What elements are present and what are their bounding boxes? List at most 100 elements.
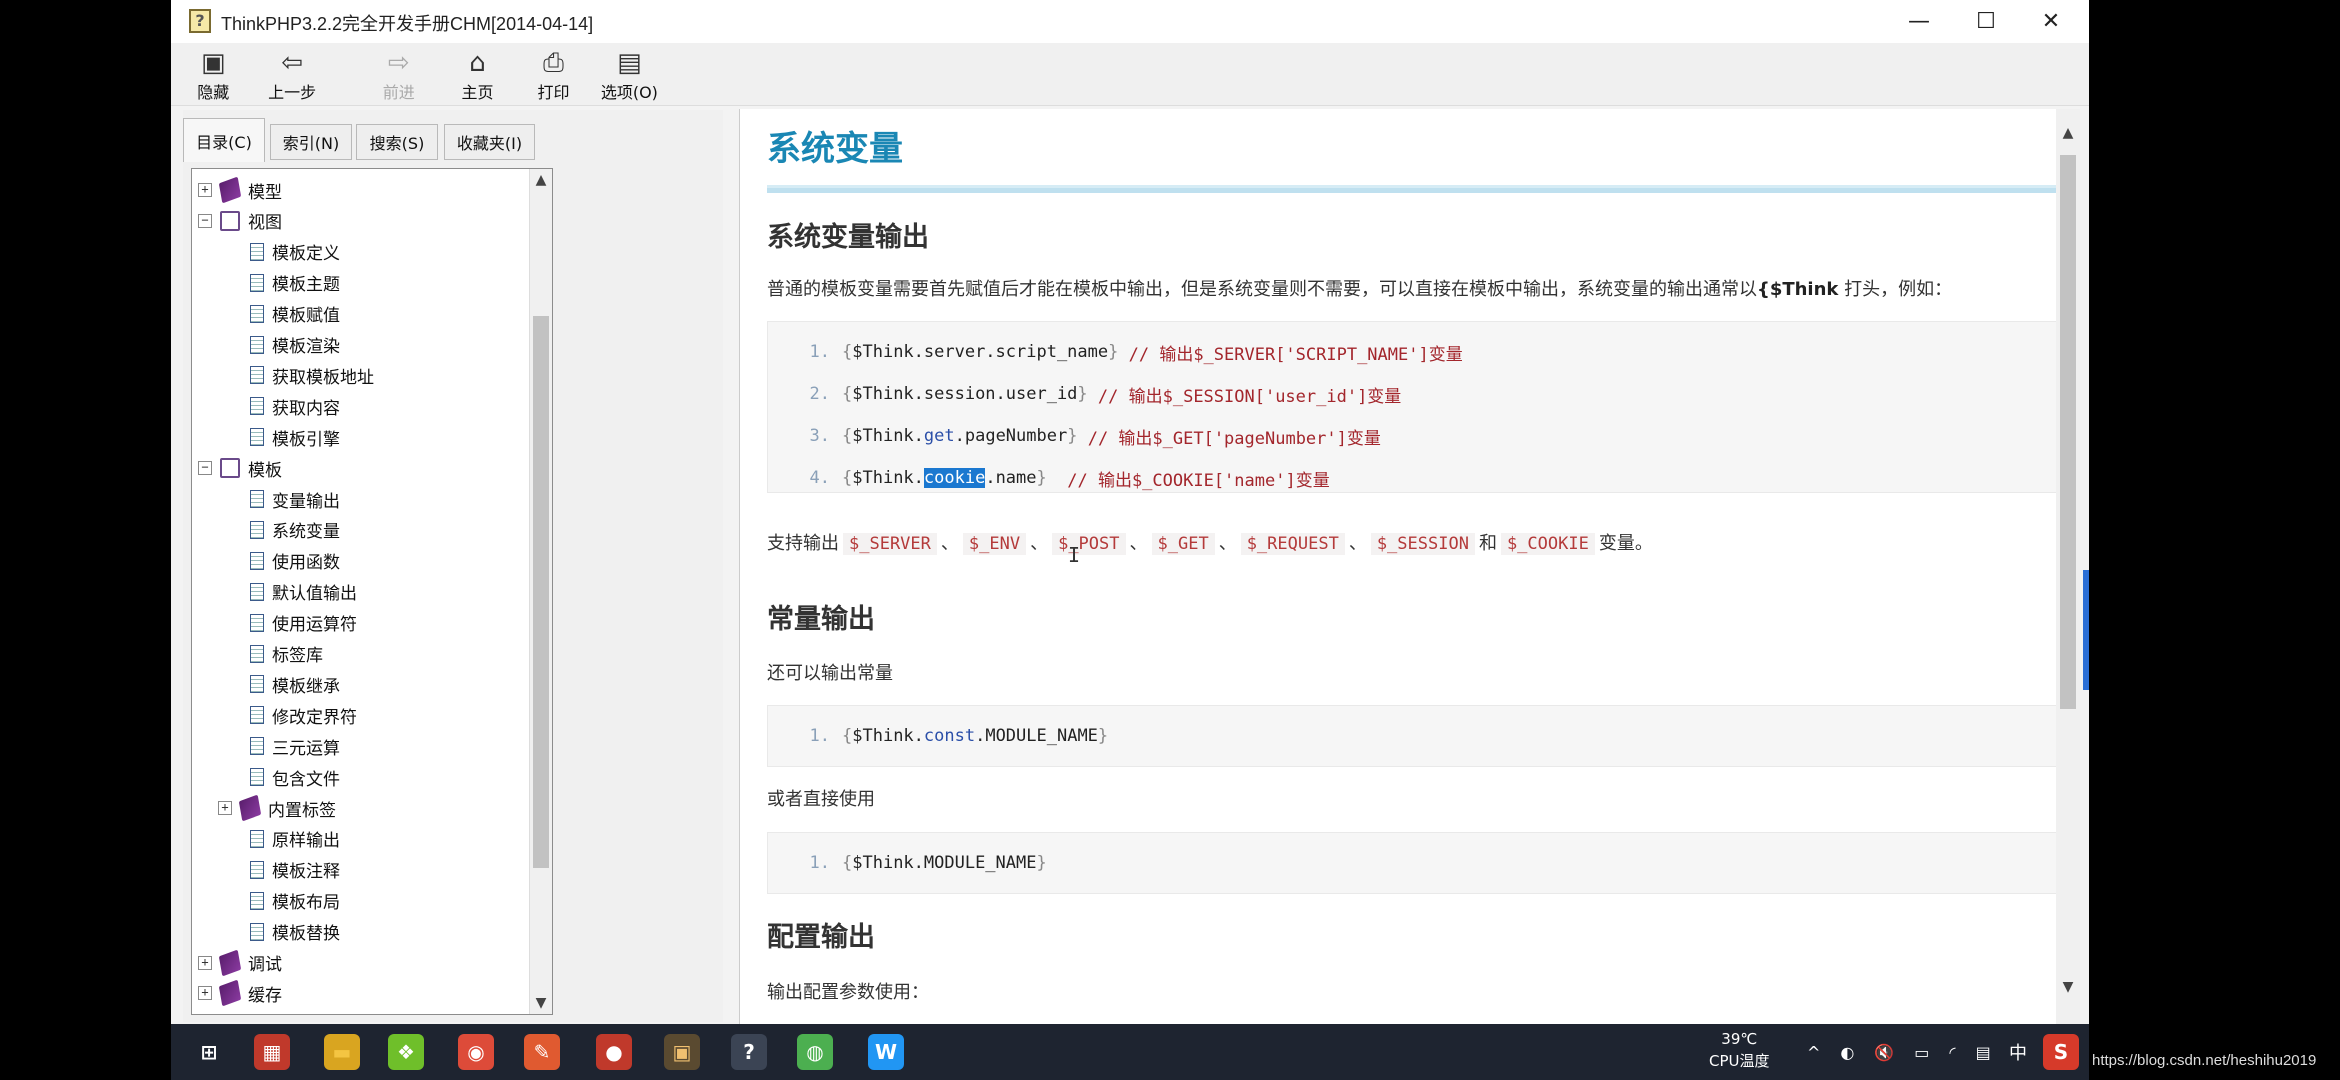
toc-item[interactable]: 默认值输出 bbox=[250, 577, 357, 607]
chrome-icon[interactable]: ◉ bbox=[458, 1034, 494, 1070]
toc-item[interactable]: 包含文件 bbox=[250, 762, 340, 792]
minimize-button[interactable]: — bbox=[1886, 0, 1952, 43]
maximize-button[interactable]: ☐ bbox=[1953, 0, 2019, 43]
scroll-up-icon[interactable]: ▲ bbox=[530, 169, 552, 191]
toc-item[interactable]: 模板定义 bbox=[250, 237, 340, 267]
line-number: 4. bbox=[809, 468, 830, 488]
open-book-icon bbox=[220, 210, 240, 231]
toc-item[interactable]: 原样输出 bbox=[250, 824, 340, 854]
toolbar-button-4[interactable]: ⎙ 打印 bbox=[518, 47, 588, 103]
inline-code: $_SESSION bbox=[1370, 533, 1475, 555]
network-app-icon[interactable]: ◐ bbox=[1840, 1043, 1854, 1062]
line-number: 3. bbox=[809, 426, 830, 446]
video-app-icon[interactable]: ● bbox=[596, 1034, 632, 1070]
green-app-icon[interactable]: ❖ bbox=[388, 1034, 424, 1070]
collapse-icon[interactable]: − bbox=[198, 461, 212, 476]
page-icon bbox=[250, 829, 264, 848]
toolbar-label: 打印 bbox=[537, 83, 570, 102]
code-token: { bbox=[842, 853, 853, 873]
file-explorer-icon[interactable]: ▬ bbox=[324, 1034, 360, 1070]
tab-search[interactable]: 搜索(S) bbox=[356, 124, 438, 160]
toc-item[interactable]: 模板渲染 bbox=[250, 330, 340, 360]
tab-index[interactable]: 索引(N) bbox=[270, 124, 352, 160]
close-button[interactable]: ✕ bbox=[2018, 0, 2084, 43]
toc-item[interactable]: 模板注释 bbox=[250, 855, 340, 885]
volume-muted-icon[interactable]: 🔇 bbox=[1874, 1043, 1894, 1062]
toc-item[interactable]: 模板引擎 bbox=[250, 422, 340, 452]
editor-app-icon[interactable]: ✎ bbox=[524, 1034, 560, 1070]
content-scroll-up-icon[interactable]: ▲ bbox=[2056, 121, 2080, 145]
content-scroll-thumb[interactable] bbox=[2060, 155, 2076, 709]
toc-scroll-thumb[interactable] bbox=[533, 316, 549, 868]
show-hidden-icons[interactable]: ^ bbox=[1807, 1043, 1820, 1062]
toc-item-label: 缓存 bbox=[248, 985, 282, 1006]
toc-item[interactable]: − 模板 bbox=[198, 453, 282, 483]
scroll-down-icon[interactable]: ▼ bbox=[530, 992, 552, 1014]
toc-scrollbar[interactable]: ▲ ▼ bbox=[529, 169, 552, 1014]
notification-icon[interactable]: ▤ bbox=[1976, 1043, 1991, 1062]
expand-icon[interactable]: + bbox=[198, 955, 212, 970]
ime-indicator[interactable]: 中 bbox=[2009, 1024, 2027, 1080]
toc-item[interactable]: 获取内容 bbox=[250, 391, 340, 421]
toc-item-label: 模板布局 bbox=[272, 893, 340, 914]
toc-item[interactable]: 修改定界符 bbox=[250, 700, 357, 730]
constants-intro: 还可以输出常量 bbox=[767, 663, 893, 684]
toc-item[interactable]: 模板继承 bbox=[250, 669, 340, 699]
blue-app-icon[interactable]: W bbox=[868, 1034, 904, 1070]
code-token: { bbox=[842, 426, 853, 446]
windows-start-icon[interactable]: ⊞ bbox=[191, 1034, 227, 1070]
toolbar-button-2[interactable]: ⇨ 前进 bbox=[364, 47, 434, 103]
expand-icon[interactable]: + bbox=[218, 801, 232, 815]
toc-item[interactable]: − 视图 bbox=[198, 206, 282, 236]
collapse-icon[interactable]: − bbox=[198, 213, 212, 228]
tab-favorites[interactable]: 收藏夹(I) bbox=[444, 124, 535, 160]
toc-item[interactable]: 模板赋值 bbox=[250, 299, 340, 329]
toc-item[interactable]: 使用运算符 bbox=[250, 608, 357, 638]
toc-item[interactable]: 模板替换 bbox=[250, 917, 340, 947]
code-line: 1. {$Think.MODULE_NAME} bbox=[782, 845, 1047, 881]
toc-item-label: 获取模板地址 bbox=[272, 367, 374, 388]
sogou-ime-icon[interactable]: S bbox=[2043, 1034, 2079, 1070]
toolbar-button-1[interactable]: ⇦ 上一步 bbox=[257, 47, 327, 103]
wifi-icon[interactable]: ◜ bbox=[1949, 1043, 1955, 1062]
toc-item[interactable]: 使用函数 bbox=[250, 546, 340, 576]
toc-item[interactable]: 模板主题 bbox=[250, 268, 340, 298]
toc-item[interactable]: 系统变量 bbox=[250, 515, 340, 545]
config-intro: 输出配置参数使用： bbox=[767, 982, 929, 1003]
page-icon bbox=[250, 273, 264, 292]
toc-item[interactable]: + 模型 bbox=[198, 175, 282, 205]
tab-contents[interactable]: 目录(C) bbox=[183, 118, 265, 162]
terminal-app-icon[interactable]: ▣ bbox=[664, 1034, 700, 1070]
expand-icon[interactable]: + bbox=[198, 183, 212, 197]
toc-item[interactable]: 模板布局 bbox=[250, 886, 340, 916]
toolbar-button-5[interactable]: ▤ 选项(O) bbox=[594, 47, 664, 103]
expand-icon[interactable]: + bbox=[198, 986, 212, 1001]
home-icon: ⌂ bbox=[469, 48, 486, 78]
toc-item[interactable]: + 内置标签 bbox=[218, 793, 336, 823]
task-view-icon[interactable]: ▦ bbox=[254, 1034, 290, 1070]
selected-text: cookie bbox=[923, 468, 986, 488]
battery-icon[interactable]: ▭ bbox=[1914, 1043, 1929, 1062]
toc-item-label: 使用函数 bbox=[272, 553, 340, 574]
page-icon bbox=[250, 891, 264, 910]
toc-item[interactable]: + 缓存 bbox=[198, 978, 282, 1008]
toolbar-button-0[interactable]: ▣ 隐藏 bbox=[178, 47, 248, 103]
toc-item[interactable]: 标签库 bbox=[250, 639, 323, 669]
content-scrollbar[interactable]: ▲ ▼ bbox=[2056, 109, 2080, 1024]
closed-book-icon bbox=[218, 979, 242, 1007]
hide-icon: ▣ bbox=[201, 48, 226, 78]
chm-help-icon[interactable]: ? bbox=[731, 1034, 767, 1070]
toc-item[interactable]: 获取模板地址 bbox=[250, 360, 374, 390]
toc-item[interactable]: 变量输出 bbox=[250, 484, 340, 514]
separator: 、 bbox=[1129, 533, 1148, 554]
closed-book-icon bbox=[218, 176, 242, 204]
title-bar[interactable]: ? ThinkPHP3.2.2完全开发手册CHM[2014-04-14] — ☐… bbox=[171, 0, 2089, 43]
toolbar-button-3[interactable]: ⌂ 主页 bbox=[443, 47, 513, 103]
green-circle-app-icon[interactable]: ◍ bbox=[797, 1034, 833, 1070]
toc-item[interactable]: + 调试 bbox=[198, 948, 282, 978]
code-token: get bbox=[923, 426, 955, 446]
inline-code: $_COOKIE bbox=[1500, 533, 1595, 555]
toc-item[interactable]: 三元运算 bbox=[250, 731, 340, 761]
content-scroll-down-icon[interactable]: ▼ bbox=[2056, 975, 2080, 999]
code-token: } bbox=[1036, 853, 1047, 873]
